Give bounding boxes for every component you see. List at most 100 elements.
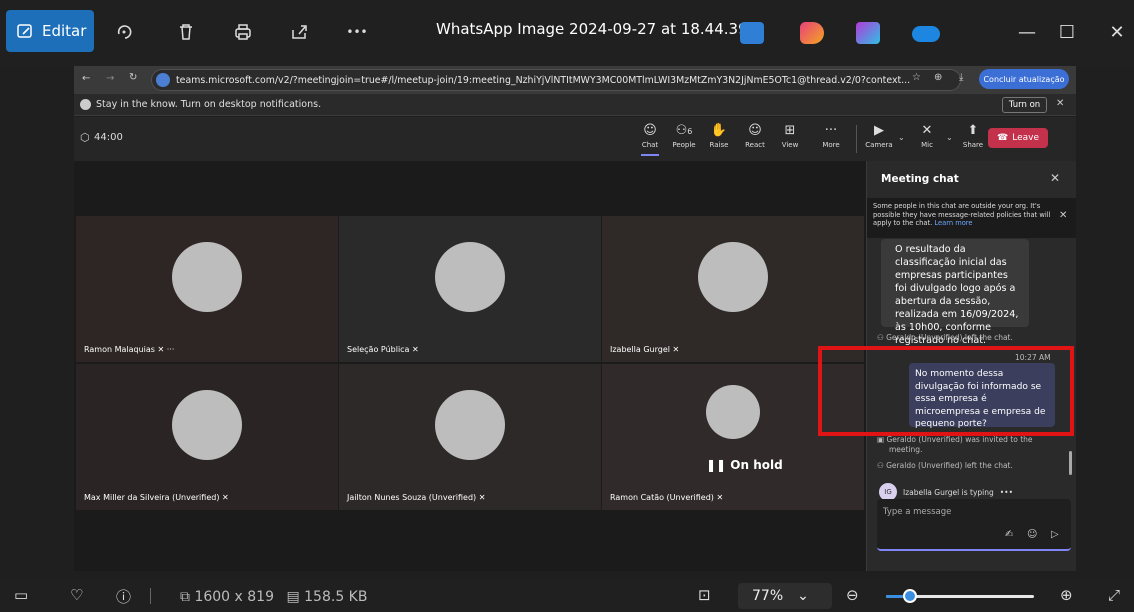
delete-button[interactable] <box>172 18 200 46</box>
turn-on-button[interactable]: Turn on <box>1002 97 1047 113</box>
message-input[interactable] <box>883 505 1063 519</box>
avatar <box>706 385 760 440</box>
people-icon: ⚇6 <box>675 123 693 138</box>
camera-button[interactable]: ▶ Camera <box>864 123 894 157</box>
share-screen-button[interactable]: ⬆ Share <box>958 123 988 157</box>
more-options-icon: ··· <box>166 345 175 354</box>
maximize-icon: ☐ <box>1058 21 1076 43</box>
notification-text: Stay in the know. Turn on desktop notifi… <box>96 99 322 110</box>
emoji-icon[interactable]: ☺ <box>1027 529 1037 540</box>
chevron-down-icon: ⌄ <box>797 588 809 604</box>
system-message: ▣ Geraldo (Unverified) was invited to th… <box>877 435 1033 444</box>
send-icon[interactable]: ▷ <box>1051 529 1059 540</box>
print-button[interactable] <box>229 18 257 46</box>
avatar <box>435 390 505 461</box>
rotate-button[interactable] <box>110 18 138 46</box>
photos-app-icon[interactable] <box>740 22 764 44</box>
view-button[interactable]: ⊞ View <box>775 123 805 157</box>
participant-tile[interactable]: Izabella Gurgel ✕ <box>602 216 864 362</box>
image-title: WhatsApp Image 2024-09-27 at 18.44.39... <box>436 20 762 38</box>
video-grid: Ramon Malaquias ✕ ··· Seleção Pública ✕ … <box>74 161 866 571</box>
leave-button[interactable]: ☎ Leave <box>988 128 1048 148</box>
back-icon[interactable]: ← <box>82 73 90 84</box>
red-highlight-box <box>818 346 1074 436</box>
zoom-slider[interactable] <box>886 589 1034 603</box>
filmstrip-icon[interactable]: ▭ <box>14 586 28 604</box>
on-hold-status: ❚❚ On hold <box>706 458 783 472</box>
designer-app-icon[interactable] <box>800 22 824 44</box>
participant-tile[interactable]: Seleção Pública ✕ <box>339 216 601 362</box>
meeting-toolbar: ⬡ 44:00 ☺ Chat ⚇6 People ✋ Raise ☺ React… <box>74 117 1076 161</box>
info-icon[interactable]: ⓘ <box>116 586 131 607</box>
share-screen-icon: ⬆ <box>967 123 979 138</box>
participant-name: Jailton Nunes Souza (Unverified) ✕ <box>347 493 486 502</box>
fit-to-window-icon[interactable]: ⊡ <box>698 586 711 604</box>
clipchamp-app-icon[interactable] <box>856 22 880 44</box>
zoom-dropdown[interactable]: 77% ⌄ <box>738 583 832 609</box>
compose-box[interactable]: ✍ ☺ ▷ <box>877 499 1071 551</box>
active-tab-underline <box>641 154 659 156</box>
raise-hand-button[interactable]: ✋ Raise <box>704 123 734 157</box>
participant-name: Izabella Gurgel ✕ <box>610 345 680 354</box>
image-filesize: 158.5 KB <box>304 589 368 605</box>
react-button[interactable]: ☺ React <box>740 123 770 157</box>
chat-button[interactable]: ☺ Chat <box>635 123 665 157</box>
more-button[interactable]: ••• <box>343 18 371 46</box>
notification-bar: Stay in the know. Turn on desktop notifi… <box>74 94 1076 116</box>
calendar-icon: ▣ <box>877 435 885 444</box>
mic-muted-icon: ✕ <box>716 493 724 502</box>
close-button[interactable]: ✕ <box>1102 18 1132 46</box>
people-button[interactable]: ⚇6 People <box>669 123 699 157</box>
view-icon: ⊞ <box>784 123 796 138</box>
more-actions-button[interactable]: ··· More <box>816 123 846 157</box>
expand-icon[interactable]: ⤢ <box>1108 586 1120 604</box>
reload-icon[interactable]: ↻ <box>129 72 137 83</box>
mic-muted-icon: ✕ <box>412 345 419 354</box>
phone-hangup-icon: ☎ <box>997 133 1009 143</box>
share-button[interactable] <box>285 18 313 46</box>
viewer-status-bar: ▭ ♡ ⓘ ⧉ 1600 x 819 ▤ 158.5 KB ⊡ 77% ⌄ ⊖ … <box>0 580 1134 612</box>
system-message: ⚇ Geraldo (Unverified) left the chat. <box>877 461 1013 470</box>
rotate-icon <box>117 25 132 39</box>
extensions-icon[interactable]: ⊕ <box>934 72 942 83</box>
download-icon[interactable]: ⤓ <box>959 72 963 83</box>
learn-more-link[interactable]: Learn more <box>934 219 972 227</box>
person-left-icon: ⚇ <box>877 461 884 470</box>
more-actions-icon: ··· <box>824 123 838 138</box>
zoom-in-icon[interactable]: ⊕ <box>1060 586 1073 604</box>
format-icon[interactable]: ✍ <box>1005 529 1013 540</box>
chat-scrollbar[interactable] <box>1069 451 1072 475</box>
favorite-heart-icon[interactable]: ♡ <box>70 586 83 604</box>
onedrive-icon[interactable] <box>912 26 940 42</box>
mic-options-chevron-icon[interactable]: ⌄ <box>946 133 953 142</box>
participant-tile[interactable]: Jailton Nunes Souza (Unverified) ✕ <box>339 364 601 510</box>
zoom-out-icon[interactable]: ⊖ <box>846 586 859 604</box>
url-bar[interactable]: teams.microsoft.com/v2/?meetingjoin=true… <box>151 69 961 91</box>
edit-button[interactable]: Editar <box>6 10 94 52</box>
leave-label: Leave <box>1012 133 1039 143</box>
participant-tile[interactable]: Max Miller da Silveira (Unverified) ✕ <box>76 364 338 510</box>
star-icon[interactable]: ☆ <box>912 72 921 83</box>
toolbar-divider <box>856 125 857 153</box>
chat-message[interactable]: O resultado da classificação inicial das… <box>881 239 1029 346</box>
site-info-icon[interactable] <box>156 73 170 87</box>
maximize-button[interactable]: ☐ <box>1052 18 1082 46</box>
camera-options-chevron-icon[interactable]: ⌄ <box>898 133 905 142</box>
update-button[interactable]: Concluir atualização <box>979 69 1069 89</box>
typing-text: Izabella Gurgel is typing <box>903 487 994 497</box>
avatar <box>172 390 242 461</box>
mic-off-icon: ✕ <box>921 123 933 138</box>
participant-tile[interactable]: Ramon Malaquias ✕ ··· <box>76 216 338 362</box>
chat-close-icon[interactable]: ✕ <box>1050 171 1060 185</box>
mic-button[interactable]: ✕ Mic <box>912 123 942 157</box>
screenshot-image: ← → ↻ teams.microsoft.com/v2/?meetingjoi… <box>74 66 1076 571</box>
share-label: Share <box>962 141 984 149</box>
forward-icon[interactable]: → <box>106 73 114 84</box>
minimize-button[interactable]: — <box>1012 18 1042 46</box>
address-row: ← → ↻ teams.microsoft.com/v2/?meetingjoi… <box>74 66 1076 94</box>
notification-close-icon[interactable]: ✕ <box>1056 98 1064 109</box>
warning-close-icon[interactable]: ✕ <box>1059 211 1067 221</box>
react-icon: ☺ <box>748 123 762 138</box>
shield-icon: ⬡ <box>80 131 90 144</box>
zoom-slider-thumb[interactable] <box>902 589 917 603</box>
